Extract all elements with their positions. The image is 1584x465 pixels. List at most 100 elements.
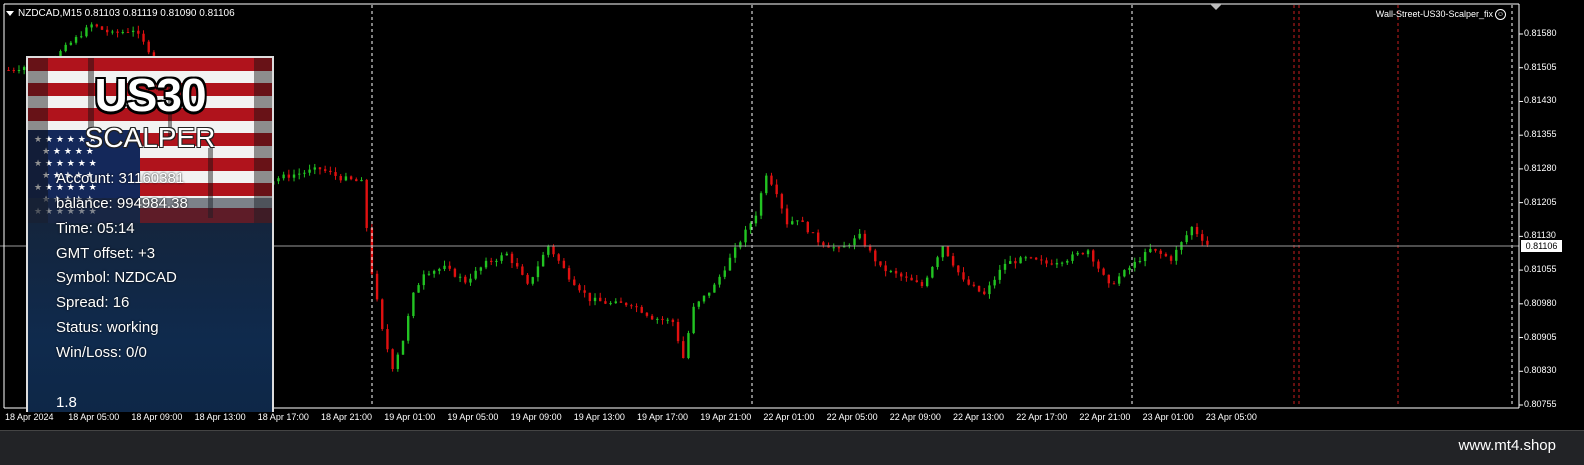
bull-candle (1185, 235, 1188, 243)
bull-candle (277, 178, 280, 182)
bull-candle (656, 318, 659, 320)
bear-candle (105, 29, 109, 33)
bear-candle (1164, 253, 1168, 257)
bear-candle (863, 233, 867, 246)
price-tick-label: 0.81205 (1524, 196, 1557, 207)
bear-candle (12, 70, 15, 72)
logo-us30: US30 (94, 69, 206, 121)
bear-candle (349, 176, 353, 180)
bear-candle (630, 305, 633, 307)
site-link[interactable]: www.mt4.shop (1458, 437, 1556, 454)
logo-scalper: SCALPER (84, 122, 216, 153)
bull-candle (479, 267, 483, 271)
bull-candle (791, 221, 794, 225)
bear-candle (490, 260, 493, 262)
bear-candle (915, 280, 918, 283)
time-tick-label: 19 Apr 01:00 (384, 412, 436, 422)
bear-candle (1102, 268, 1105, 275)
bull-candle (692, 306, 695, 334)
gmt-offset-info: GMT offset: +3 (56, 245, 156, 262)
time-tick-label: 23 Apr 05:00 (1205, 412, 1257, 422)
time-tick-label: 18 Apr 2024 (5, 412, 54, 422)
bear-candle (967, 279, 970, 285)
bear-candle (1029, 257, 1033, 259)
bull-candle (541, 254, 545, 267)
bull-candle (131, 30, 135, 33)
bull-candle (427, 273, 431, 275)
bear-candle (816, 232, 820, 243)
bear-candle (287, 174, 291, 178)
bear-candle (100, 26, 104, 30)
balance-info: balance: 994984.38 (56, 195, 188, 212)
time-tick-label: 18 Apr 09:00 (131, 412, 183, 422)
bear-candle (868, 245, 872, 251)
price-tick-label: 0.81505 (1524, 61, 1557, 72)
symbol-info: Symbol: NZDCAD (56, 269, 177, 286)
bear-candle (957, 265, 960, 273)
bear-candle (682, 341, 685, 358)
bull-candle (1076, 252, 1079, 255)
bull-candle (344, 176, 348, 181)
bear-candle (624, 302, 628, 306)
bear-candle (329, 170, 332, 173)
bull-candle (282, 174, 285, 179)
price-tick-label: 0.80830 (1524, 365, 1557, 376)
bull-candle (754, 215, 758, 224)
bear-candle (962, 272, 965, 280)
bear-candle (1034, 257, 1038, 260)
bear-candle (116, 31, 119, 33)
price-tick-label: 0.81055 (1524, 264, 1557, 275)
bull-candle (17, 70, 21, 72)
bull-candle (941, 246, 944, 258)
bear-candle (318, 167, 322, 170)
bear-candle (355, 179, 358, 182)
bear-candle (365, 179, 368, 228)
bear-candle (1040, 259, 1043, 261)
current-price-tag: 0.81106 (1521, 240, 1562, 252)
bull-candle (1128, 267, 1131, 271)
time-tick-label: 19 Apr 17:00 (637, 412, 689, 422)
bull-candle (713, 284, 716, 293)
bear-candle (323, 169, 327, 171)
bear-candle (1014, 261, 1017, 264)
bull-candle (718, 276, 721, 285)
bear-candle (1107, 274, 1111, 284)
bull-candle (744, 229, 747, 243)
bear-candle (951, 256, 955, 266)
bull-candle (412, 292, 415, 317)
expert-advisor-label[interactable]: Wall-Street-US30-Scalper_fix ☺ (1375, 9, 1506, 21)
bull-candle (1060, 262, 1064, 264)
bear-candle (604, 301, 607, 304)
ea-info-panel: ★ ★ ★ ★ ★ ★ ★ ★ ★ ★ ★ ★ ★ ★ ★ ★ ★ ★ ★ ★ … (26, 56, 274, 412)
price-tick-label: 0.81280 (1524, 162, 1557, 173)
price-tick-label: 0.80980 (1524, 297, 1557, 308)
bull-candle (495, 260, 498, 262)
bull-candle (308, 169, 311, 173)
bear-candle (464, 276, 467, 283)
bull-candle (64, 44, 67, 52)
account-info: Account: 31160381 (56, 170, 185, 187)
bull-candle (536, 266, 540, 278)
bull-candle (531, 277, 534, 284)
bear-candle (806, 222, 810, 233)
bear-candle (884, 265, 887, 272)
bull-candle (936, 257, 939, 267)
bear-candle (920, 282, 924, 286)
time-tick-label: 19 Apr 05:00 (447, 412, 499, 422)
ea-name: Wall-Street-US30-Scalper_fix (1375, 9, 1493, 19)
bear-candle (521, 266, 524, 275)
time-tick-label: 18 Apr 17:00 (257, 412, 309, 422)
bear-candle (635, 306, 638, 308)
bear-candle (676, 321, 680, 342)
price-tick-label: 0.81355 (1524, 129, 1557, 140)
bull-candle (988, 285, 991, 295)
bull-candle (739, 242, 742, 248)
bull-candle (889, 270, 893, 272)
bull-candle (1086, 250, 1090, 255)
bear-candle (578, 285, 581, 291)
bull-candle (759, 193, 763, 216)
chart-menu-triangle-icon[interactable] (6, 10, 14, 16)
bear-candle (583, 290, 586, 293)
bear-candle (645, 312, 649, 316)
bull-candle (313, 167, 316, 170)
